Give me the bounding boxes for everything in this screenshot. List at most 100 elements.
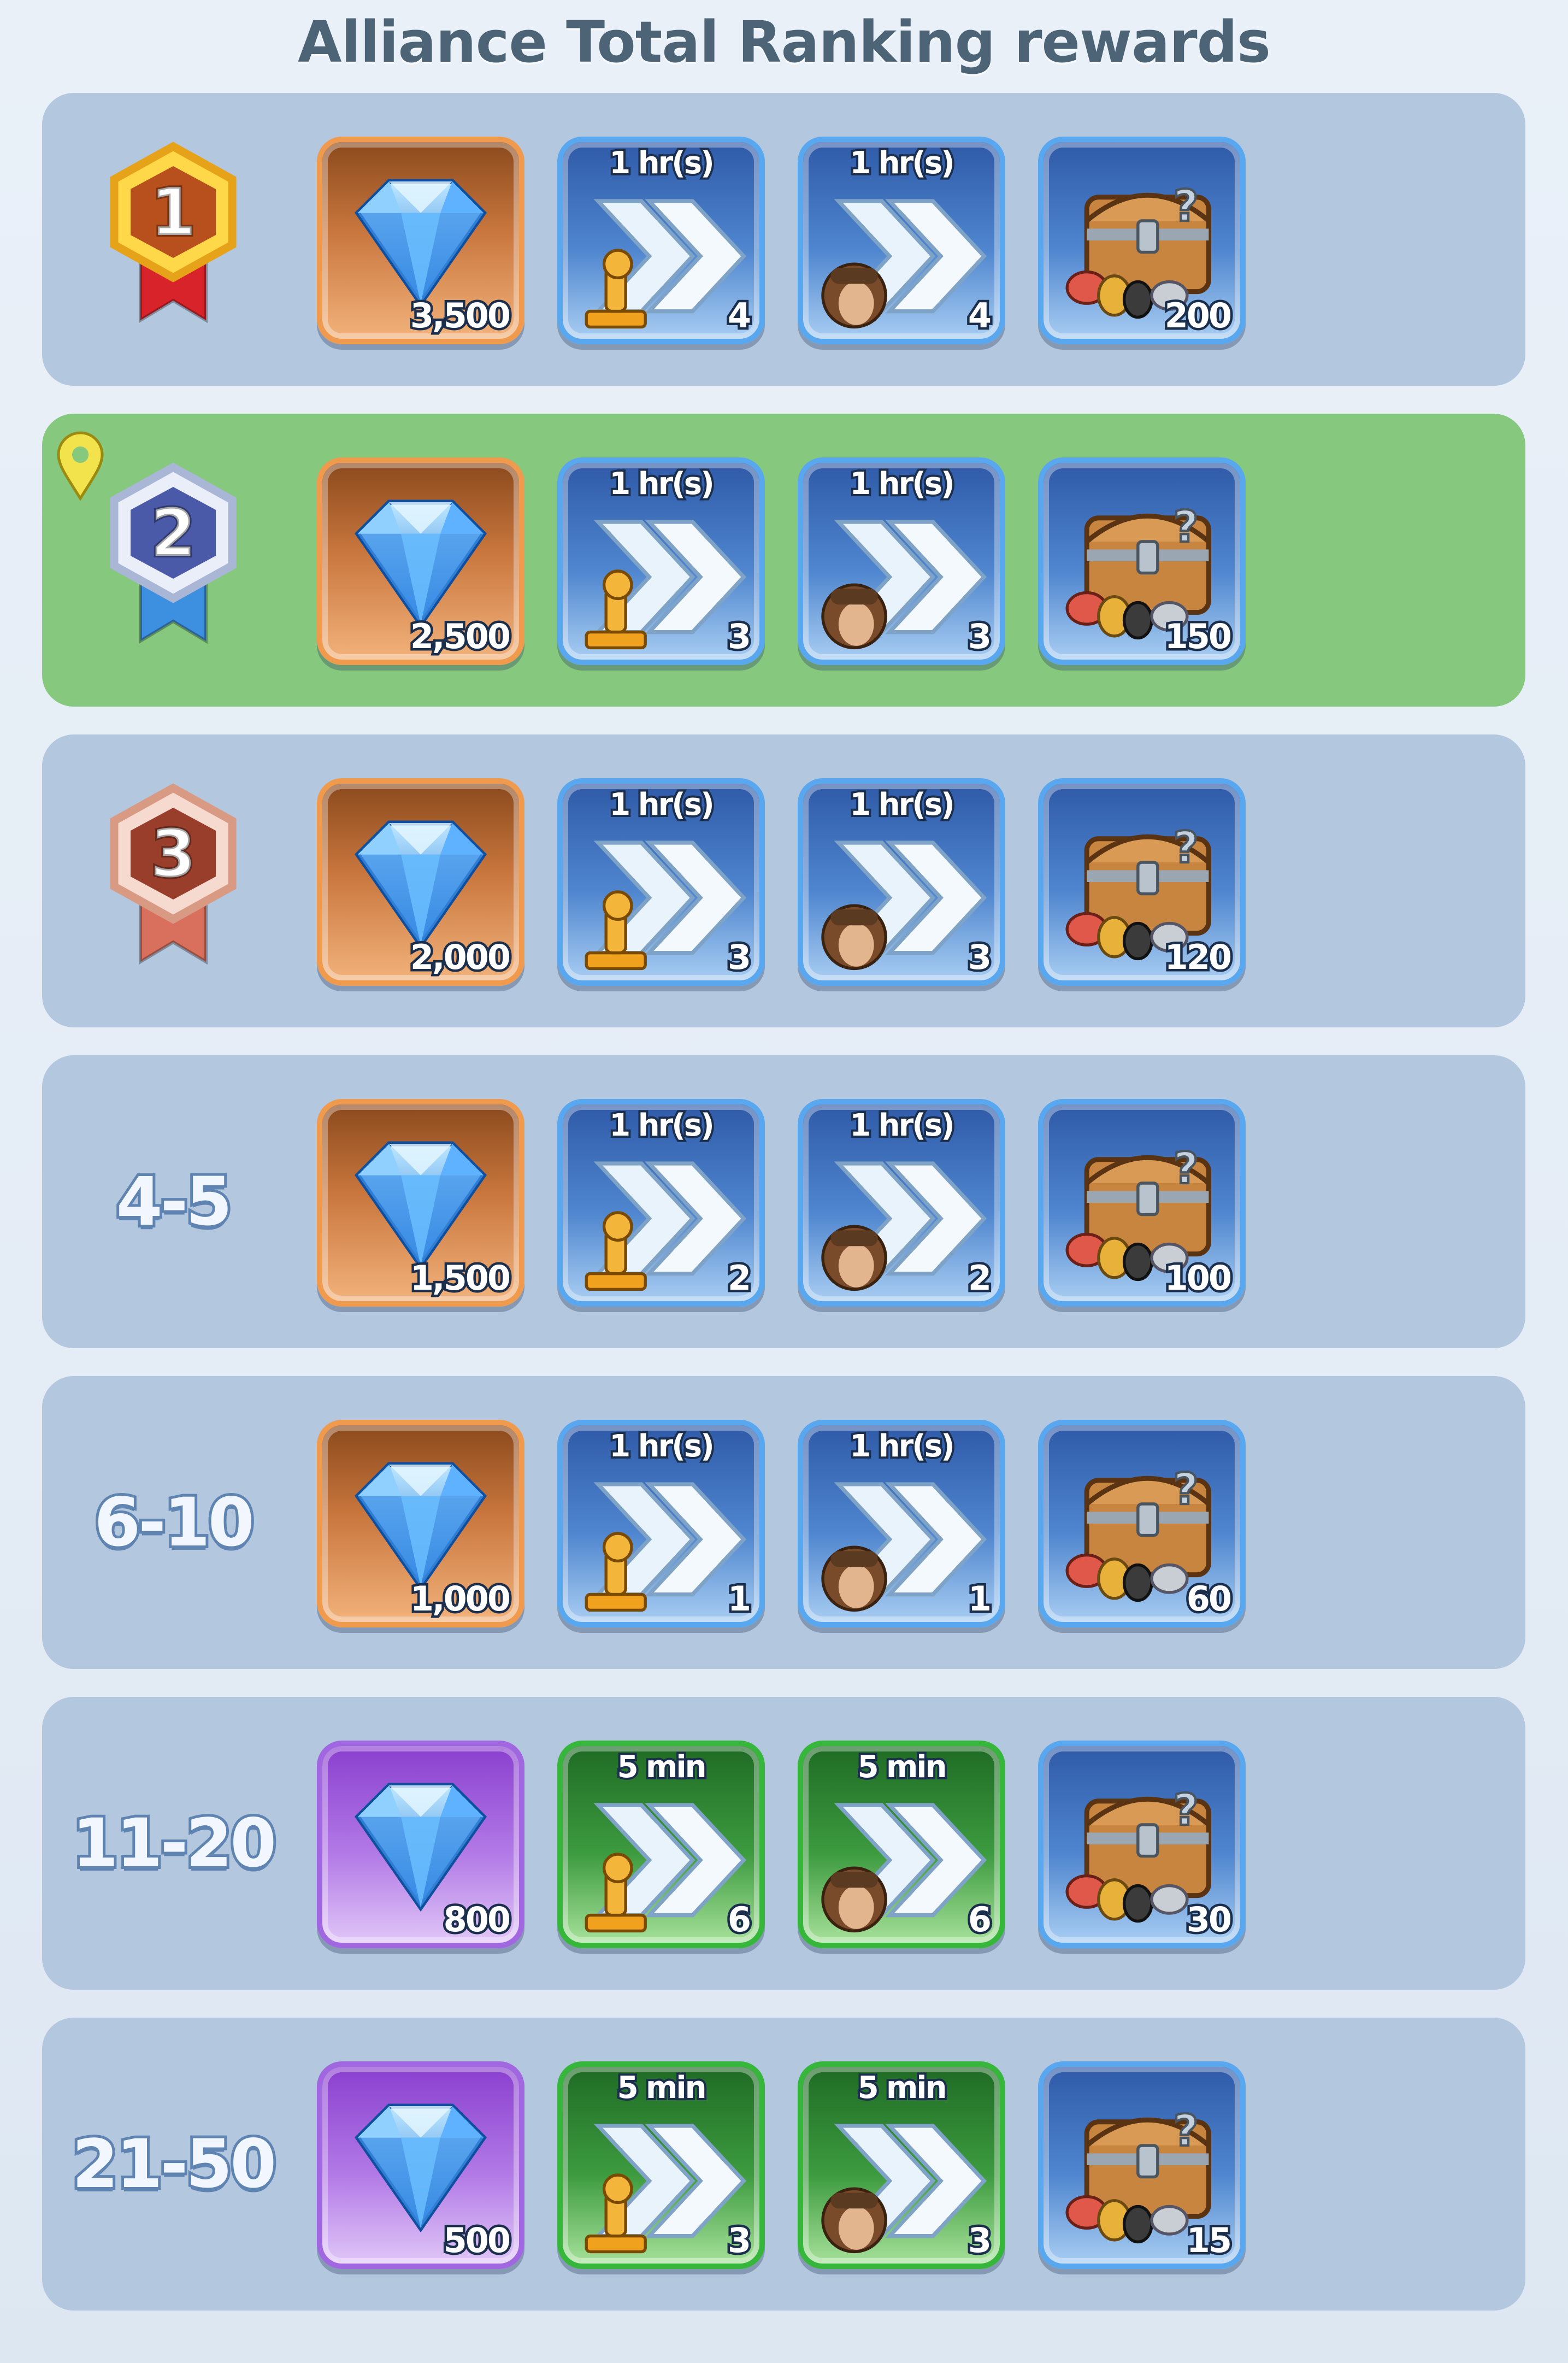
speedup-duration: 5 min — [856, 1747, 950, 1787]
silver-medal-icon: 2 — [110, 462, 237, 644]
gem-reward[interactable]: 1,500 — [317, 1099, 524, 1307]
resource-chest-reward[interactable]: ? 60 — [1038, 1420, 1246, 1627]
gem-reward[interactable]: 2,000 — [317, 778, 524, 986]
research-speedup-reward[interactable]: 5 min 6 — [557, 1741, 765, 1948]
resource-chest-reward[interactable]: ? 100 — [1038, 1099, 1246, 1307]
training-speedup-reward[interactable]: 5 min 6 — [798, 1741, 1005, 1948]
page-title: Alliance Total Ranking rewards — [298, 9, 1271, 75]
soldier-head-icon — [821, 1545, 887, 1612]
reward-quantity: 500 — [441, 2218, 513, 2263]
speedup-duration: 1 hr(s) — [607, 785, 716, 825]
reward-quantity: 3 — [725, 935, 753, 980]
reward-quantity: 30 — [1184, 1897, 1234, 1942]
reward-quantity: 2,500 — [408, 614, 513, 659]
reward-quantity: 200 — [1162, 293, 1234, 338]
reward-quantity: 15 — [1184, 2218, 1234, 2263]
bronze-medal-icon: 3 — [110, 783, 237, 965]
training-speedup-reward[interactable]: 5 min 3 — [798, 2061, 1005, 2269]
training-speedup-reward[interactable]: 1 hr(s) 1 — [798, 1420, 1005, 1627]
training-speedup-reward[interactable]: 1 hr(s) 2 — [798, 1099, 1005, 1307]
reward-quantity: 800 — [441, 1897, 513, 1942]
research-speedup-reward[interactable]: 1 hr(s) 3 — [557, 457, 765, 665]
resource-chest-reward[interactable]: ? 120 — [1038, 778, 1246, 986]
rank-cell: 4-5 — [42, 1055, 304, 1348]
resource-chest-reward[interactable]: ? 150 — [1038, 457, 1246, 665]
resource-chest-reward[interactable]: ? 30 — [1038, 1741, 1246, 1948]
research-speedup-reward[interactable]: 1 hr(s) 4 — [557, 137, 765, 344]
gold-medal-icon: 1 — [110, 142, 237, 324]
reward-row-rank-3: 3 2,000 1 hr(s) 3 1 hr(s) 3 ? 120 — [42, 734, 1525, 1027]
reward-quantity: 100 — [1162, 1256, 1234, 1301]
rank-cell: 3 — [42, 734, 304, 1027]
svg-text:?: ? — [1174, 1143, 1199, 1194]
reward-quantity: 1,000 — [408, 1577, 513, 1621]
reward-row-rank-2: 2 2,500 1 hr(s) 3 1 hr(s) 3 ? 150 — [42, 414, 1525, 707]
gem-reward[interactable]: 1,000 — [317, 1420, 524, 1627]
reward-quantity: 60 — [1184, 1577, 1234, 1621]
reward-quantity: 2 — [725, 1256, 753, 1301]
soldier-head-icon — [821, 2187, 887, 2254]
speedup-duration: 1 hr(s) — [607, 464, 716, 504]
rank-label: 21-50 — [69, 2123, 279, 2206]
reward-quantity: 1 — [725, 1577, 753, 1621]
soldier-head-icon — [821, 262, 887, 329]
svg-text:?: ? — [1174, 501, 1199, 552]
research-speedup-reward[interactable]: 1 hr(s) 3 — [557, 778, 765, 986]
reward-quantity: 1,500 — [408, 1256, 513, 1301]
reward-row-rank-1: 1 3,500 1 hr(s) 4 1 hr(s) 4 ? 200 — [42, 93, 1525, 386]
training-speedup-reward[interactable]: 1 hr(s) 3 — [798, 778, 1005, 986]
reward-quantity: 3,500 — [408, 293, 513, 338]
speedup-duration: 1 hr(s) — [607, 1426, 716, 1466]
speedup-duration: 1 hr(s) — [607, 143, 716, 183]
rank-cell: 1 — [42, 93, 304, 386]
reward-quantity: 6 — [725, 1897, 753, 1942]
reward-row-rank-4-5: 4-5 1,500 1 hr(s) 2 1 hr(s) 2 ? 100 — [42, 1055, 1525, 1348]
reward-row-rank-11-20: 11-20 800 5 min 6 5 min 6 ? 30 — [42, 1697, 1525, 1990]
reward-quantity: 150 — [1162, 614, 1234, 659]
research-speedup-reward[interactable]: 5 min 3 — [557, 2061, 765, 2269]
svg-text:3: 3 — [150, 816, 196, 892]
location-pin-icon — [57, 431, 104, 501]
speedup-duration: 1 hr(s) — [847, 143, 957, 183]
reward-quantity: 4 — [965, 293, 994, 338]
svg-text:?: ? — [1174, 2105, 1199, 2156]
rank-cell: 11-20 — [42, 1697, 304, 1990]
svg-text:1: 1 — [150, 175, 196, 251]
rank-label: 4-5 — [114, 1160, 235, 1243]
reward-quantity: 2,000 — [408, 935, 513, 980]
rank-label: 6-10 — [91, 1481, 257, 1564]
reward-row-rank-21-50: 21-50 500 5 min 3 5 min 3 ? 15 — [42, 2018, 1525, 2311]
reward-quantity: 2 — [965, 1256, 994, 1301]
training-speedup-reward[interactable]: 1 hr(s) 4 — [798, 137, 1005, 344]
speedup-duration: 1 hr(s) — [607, 1106, 716, 1145]
rank-cell: 21-50 — [42, 2018, 304, 2311]
reward-quantity: 3 — [725, 614, 753, 659]
speedup-duration: 1 hr(s) — [847, 1106, 957, 1145]
reward-quantity: 3 — [965, 2218, 994, 2263]
soldier-head-icon — [821, 583, 887, 650]
reward-quantity: 1 — [965, 1577, 994, 1621]
gem-reward[interactable]: 800 — [317, 1741, 524, 1948]
soldier-head-icon — [821, 904, 887, 971]
svg-text:2: 2 — [150, 496, 196, 572]
reward-quantity: 120 — [1162, 935, 1234, 980]
gem-reward[interactable]: 3,500 — [317, 137, 524, 344]
rank-label: 11-20 — [69, 1802, 279, 1885]
speedup-duration: 5 min — [856, 2068, 950, 2108]
soldier-head-icon — [821, 1866, 887, 1933]
reward-quantity: 3 — [965, 614, 994, 659]
reward-row-rank-6-10: 6-10 1,000 1 hr(s) 1 1 hr(s) 1 ? 60 — [42, 1376, 1525, 1669]
research-speedup-reward[interactable]: 1 hr(s) 1 — [557, 1420, 765, 1627]
gem-reward[interactable]: 500 — [317, 2061, 524, 2269]
resource-chest-reward[interactable]: ? 15 — [1038, 2061, 1246, 2269]
svg-text:?: ? — [1174, 1463, 1199, 1514]
gem-reward[interactable]: 2,500 — [317, 457, 524, 665]
training-speedup-reward[interactable]: 1 hr(s) 3 — [798, 457, 1005, 665]
reward-quantity: 4 — [725, 293, 753, 338]
rank-cell: 6-10 — [42, 1376, 304, 1669]
svg-text:?: ? — [1174, 1784, 1199, 1835]
reward-quantity: 6 — [965, 1897, 994, 1942]
resource-chest-reward[interactable]: ? 200 — [1038, 137, 1246, 344]
research-speedup-reward[interactable]: 1 hr(s) 2 — [557, 1099, 765, 1307]
speedup-duration: 5 min — [615, 2068, 709, 2108]
